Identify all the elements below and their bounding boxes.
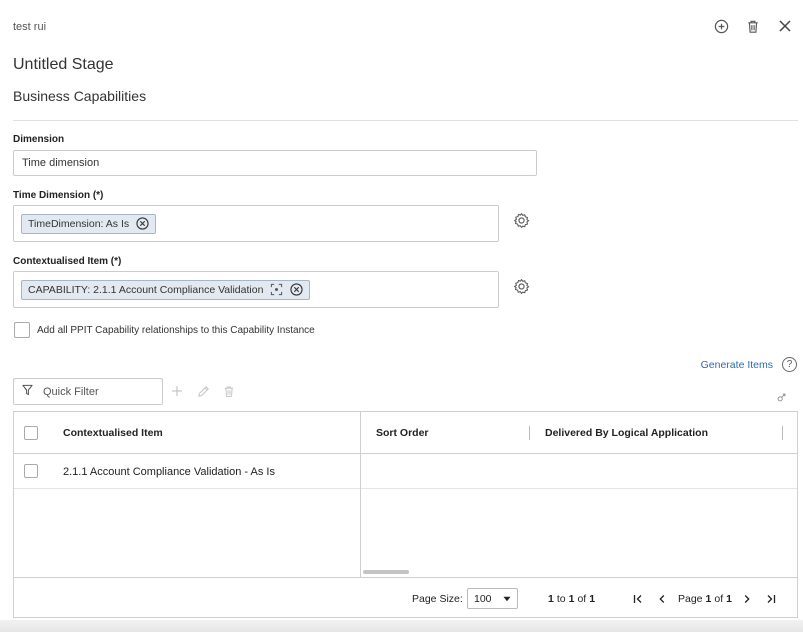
trash-icon[interactable] (745, 18, 761, 34)
column-header-delivered-by[interactable]: Delivered By Logical Application (545, 412, 708, 454)
dimension-label: Dimension (13, 134, 65, 145)
row-range: 1 to 1 of 1 (548, 578, 595, 619)
dimension-field[interactable]: Time dimension (13, 150, 537, 176)
page-word: Page (678, 592, 703, 605)
generate-items-link[interactable]: Generate Items (701, 359, 773, 371)
data-grid: Contextualised Item Sort Order Delivered… (13, 411, 798, 618)
chip-label: TimeDimension: As Is (28, 217, 130, 230)
chip-remove-icon[interactable] (289, 283, 303, 297)
pinned-column-divider (360, 412, 361, 577)
range-from: 1 (548, 592, 554, 605)
range-of-word: of (577, 592, 587, 605)
horizontal-scrollbar[interactable] (363, 570, 409, 574)
contextualised-item-chip: CAPABILITY: 2.1.1 Account Compliance Val… (21, 279, 311, 300)
cell-contextualised-item: 2.1.1 Account Compliance Validation - As… (63, 465, 275, 478)
last-page-icon[interactable] (764, 592, 778, 606)
pagination-bar: Page Size: 100 1 to 1 of 1 Page 1 of 1 (14, 577, 797, 618)
page-size-select[interactable]: 100 (467, 588, 518, 609)
next-page-icon[interactable] (740, 592, 754, 606)
column-header-contextualised-item[interactable]: Contextualised Item (63, 412, 163, 454)
expand-icon[interactable] (777, 389, 787, 402)
edit-icon[interactable] (196, 384, 210, 398)
page-of-word: of (714, 592, 724, 605)
total-pages: 1 (726, 592, 732, 605)
range-total: 1 (589, 592, 596, 605)
grid-header: Contextualised Item Sort Order Delivered… (14, 412, 797, 454)
column-resizer[interactable] (782, 426, 783, 440)
range-to-word: to (556, 592, 566, 605)
divider (13, 120, 798, 121)
add-circle-icon[interactable] (713, 18, 729, 34)
previous-page-icon[interactable] (655, 592, 669, 606)
modal-bottom-edge (0, 620, 803, 632)
help-icon[interactable]: ? (782, 357, 797, 372)
column-resizer[interactable] (529, 426, 530, 440)
window-actions (713, 18, 793, 34)
chip-label: CAPABILITY: 2.1.1 Account Compliance Val… (28, 283, 264, 296)
current-page: 1 (705, 592, 712, 605)
column-header-sort-order[interactable]: Sort Order (376, 412, 429, 454)
add-all-relationships-label: Add all PPIT Capability relationships to… (37, 325, 315, 336)
time-dimension-label: Time Dimension (*) (13, 190, 104, 201)
range-to: 1 (568, 592, 575, 605)
contextualised-item-settings-icon[interactable] (512, 277, 530, 295)
add-all-relationships-checkbox[interactable] (14, 322, 30, 338)
page-title: Untitled Stage (13, 56, 114, 73)
time-dimension-field[interactable]: TimeDimension: As Is (13, 205, 499, 242)
page-size-value: 100 (474, 592, 492, 605)
chip-remove-icon[interactable] (135, 217, 149, 231)
time-dimension-chip: TimeDimension: As Is (21, 213, 157, 234)
row-checkbox[interactable] (24, 464, 38, 478)
select-all-checkbox[interactable] (24, 426, 38, 440)
add-icon[interactable] (170, 384, 184, 398)
section-title: Business Capabilities (13, 88, 147, 104)
trash-icon[interactable] (222, 384, 236, 398)
page-size-label: Page Size: (412, 592, 463, 605)
close-icon[interactable] (777, 18, 793, 34)
caret-down-icon (503, 593, 511, 605)
page-indicator: Page 1 of 1 (678, 578, 732, 619)
quick-filter-input[interactable]: Quick Filter (13, 378, 163, 405)
contextualised-item-label: Contextualised Item (*) (13, 256, 122, 267)
grid-toolbar (170, 384, 236, 398)
window-title: test rui (13, 21, 47, 33)
filter-icon (22, 384, 33, 399)
contextualised-item-field[interactable]: CAPABILITY: 2.1.1 Account Compliance Val… (13, 271, 499, 308)
dimension-value: Time dimension (22, 157, 100, 169)
focus-target-icon[interactable] (269, 283, 283, 297)
first-page-icon[interactable] (631, 592, 645, 606)
table-row[interactable]: 2.1.1 Account Compliance Validation - As… (14, 454, 797, 489)
quick-filter-placeholder: Quick Filter (43, 385, 99, 398)
page-size-select-wrap: 100 (467, 578, 518, 619)
time-dimension-settings-icon[interactable] (512, 211, 530, 229)
